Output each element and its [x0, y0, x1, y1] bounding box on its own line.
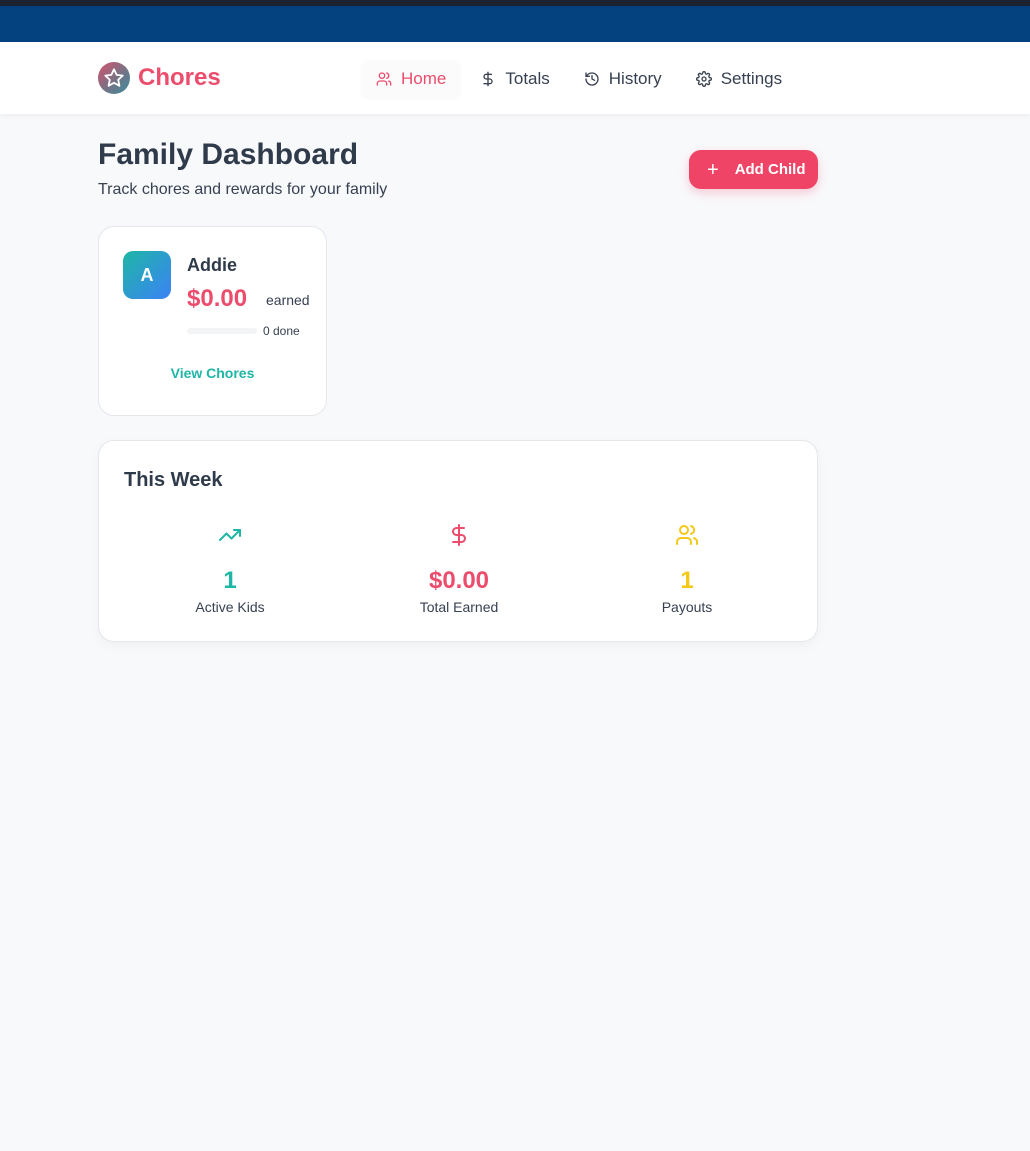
stat-active-kids: 1 Active Kids [130, 523, 330, 615]
nav-item-history[interactable]: History [570, 60, 676, 98]
this-week-title: This Week [124, 469, 223, 491]
plus-icon: + [707, 158, 719, 181]
nav-item-label: Totals [505, 69, 550, 88]
stat-label: Payouts [661, 599, 713, 615]
add-child-button[interactable]: + Add Child [689, 150, 818, 189]
stat-value: $0.00 [428, 567, 490, 594]
page-subtitle: Track chores and rewards for your family [98, 181, 388, 198]
stat-payouts: 1 Payouts [587, 523, 787, 615]
star-icon [98, 62, 130, 94]
child-card: A Addie $0.00 earned 0 done View Chores [98, 226, 327, 416]
brand-name: Chores [138, 64, 221, 91]
browser-toolbar [0, 6, 1030, 42]
avatar: A [123, 251, 171, 299]
child-earned-label: earned [266, 292, 310, 308]
add-child-label: Add Child [734, 161, 806, 178]
main-nav: Home Totals History Settings [362, 60, 802, 98]
progress-bar [187, 328, 257, 334]
nav-item-label: Home [401, 69, 447, 88]
nav-item-totals[interactable]: Totals [466, 60, 563, 98]
view-chores-link[interactable]: View Chores [99, 365, 326, 381]
stat-total-earned: $0.00 Total Earned [359, 523, 559, 615]
dollar-icon [359, 523, 559, 547]
users-icon [587, 523, 787, 547]
gear-icon [695, 71, 712, 87]
this-week-card: This Week 1 Active Kids $0.00 Total Earn… [98, 440, 818, 642]
brand[interactable]: Chores [98, 61, 221, 95]
stat-label: Active Kids [195, 599, 265, 615]
nav-item-label: History [608, 69, 662, 88]
top-navbar: Chores Home Totals History Settings [0, 42, 1030, 114]
child-earned-amount: $0.00 [187, 285, 248, 312]
child-done-count: 0 done [263, 324, 300, 338]
page-title: Family Dashboard [98, 138, 359, 171]
history-icon [585, 72, 599, 86]
nav-item-label: Settings [720, 69, 783, 88]
nav-item-home[interactable]: Home [362, 60, 461, 98]
users-icon [376, 72, 392, 86]
child-name: Addie [187, 255, 238, 275]
dollar-icon [483, 71, 494, 87]
stat-value: 1 [680, 567, 694, 594]
nav-item-settings[interactable]: Settings [682, 60, 796, 98]
trending-up-icon [130, 523, 330, 547]
stat-value: 1 [223, 567, 237, 594]
stat-label: Total Earned [419, 599, 499, 615]
